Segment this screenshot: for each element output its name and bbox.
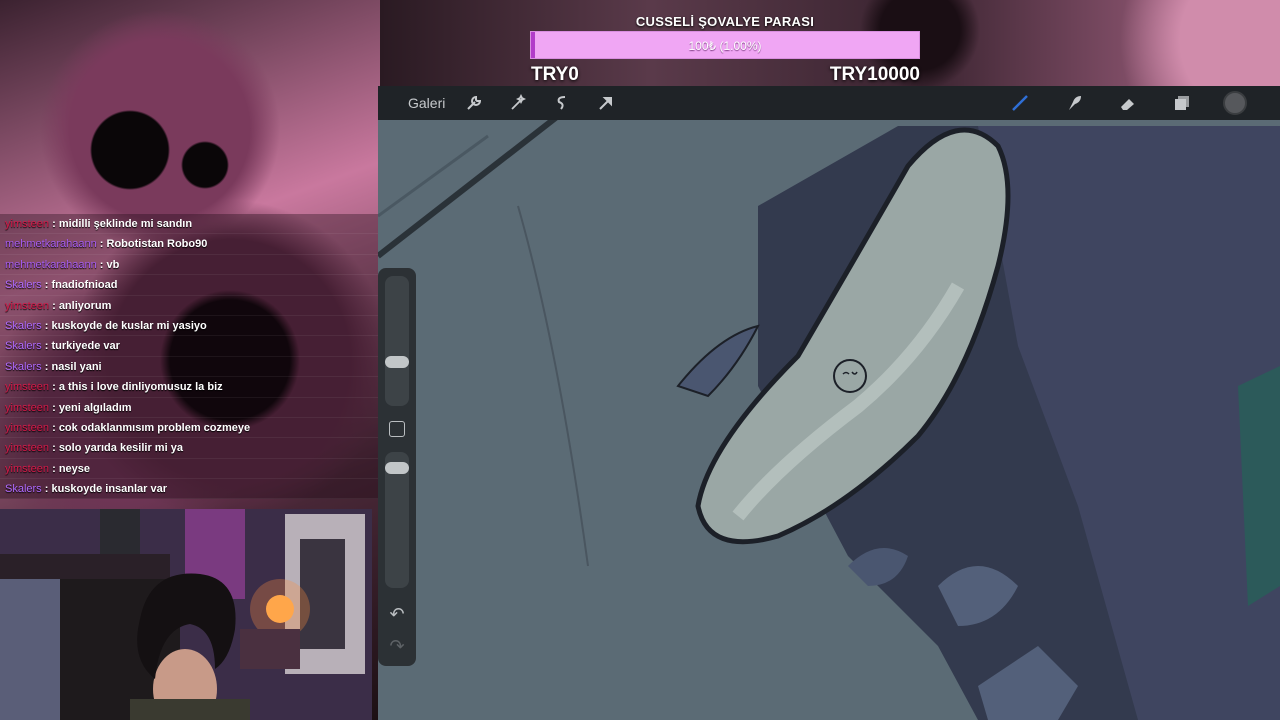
opacity-knob[interactable]: [385, 462, 409, 474]
chat-separator: :: [49, 421, 59, 434]
layers-icon[interactable]: [1171, 92, 1193, 114]
chat-overlay: yimsteen : midilli şeklinde mi sandın meh…: [0, 214, 378, 500]
chat-text: fnadiofnioad: [51, 279, 118, 292]
chat-message: Skalers : nasil yani: [0, 356, 378, 378]
webcam-image: [0, 509, 372, 720]
chat-separator: :: [96, 258, 107, 271]
goal-title: CUSSELİ ŞOVALYE PARASI: [635, 14, 815, 29]
chat-message: Skalers : kuskoyde insanlar var: [0, 479, 378, 500]
transform-arrow-icon[interactable]: [595, 92, 617, 114]
chat-username[interactable]: Skalers: [5, 483, 42, 495]
drawing-canvas[interactable]: [378, 86, 1280, 720]
smudge-icon[interactable]: [1063, 92, 1085, 114]
chat-message: yimsteen : a this i love dinliyomusuz la…: [0, 377, 378, 398]
chat-message: Skalers : kuskoyde de kuslar mi yasiyo: [0, 315, 378, 337]
chat-username[interactable]: mehmetkarahaann: [5, 259, 97, 271]
chat-text: vb: [106, 258, 120, 271]
chat-message: yimsteen : anliyorum: [0, 295, 378, 316]
goal-min-label: TRY0: [531, 64, 579, 85]
brush-size-knob[interactable]: [385, 356, 409, 368]
chat-username[interactable]: Skalers: [5, 279, 42, 291]
chat-text: anliyorum: [58, 299, 112, 312]
chat-separator: :: [49, 442, 59, 455]
chat-message: yimsteen : yeni algıladım: [0, 397, 378, 418]
artwork-illustration: [378, 113, 1280, 720]
chat-text: kuskoyde de kuslar mi yasiyo: [51, 319, 207, 332]
chat-text: neyse: [58, 462, 91, 475]
chat-message: yimsteen : midilli şeklinde mi sandın: [0, 214, 378, 235]
chat-message: mehmetkarahaann : vb: [0, 254, 378, 276]
brush-size-slider[interactable]: [385, 276, 409, 406]
chat-username[interactable]: yimsteen: [5, 463, 49, 475]
chat-separator: :: [41, 483, 52, 496]
color-picker-button[interactable]: [1223, 91, 1247, 115]
chat-username[interactable]: Skalers: [5, 361, 42, 373]
procreate-toolbar: Galeri: [378, 86, 1280, 120]
chat-text: nasil yani: [51, 360, 102, 373]
chat-username[interactable]: yimsteen: [5, 218, 49, 230]
chat-text: turkiyede var: [51, 340, 120, 353]
chat-separator: :: [41, 279, 52, 292]
chat-text: solo yarıda kesilir mi ya: [58, 442, 183, 455]
chat-text: Robotistan Robo90: [106, 238, 208, 251]
chat-username[interactable]: Skalers: [5, 340, 42, 352]
wrench-icon[interactable]: [463, 92, 485, 114]
gallery-button[interactable]: Galeri: [408, 92, 445, 114]
chat-username[interactable]: yimsteen: [5, 442, 49, 454]
chat-message: yimsteen : solo yarıda kesilir mi ya: [0, 438, 378, 459]
goal-progress-text: 100₺ (1.00%): [688, 39, 762, 53]
chat-username[interactable]: yimsteen: [5, 402, 49, 414]
chat-separator: :: [49, 299, 59, 312]
chat-username[interactable]: Skalers: [5, 320, 42, 332]
chat-message: mehmetkarahaann : Robotistan Robo90: [0, 234, 378, 255]
chat-text: cok odaklanmısım problem cozmeye: [58, 421, 251, 434]
chat-message: Skalers : turkiyede var: [0, 336, 378, 357]
chat-separator: :: [49, 401, 59, 414]
eraser-icon[interactable]: [1117, 92, 1139, 114]
chat-text: midilli şeklinde mi sandın: [58, 218, 193, 230]
chat-text: yeni algıladım: [58, 401, 132, 414]
goal-progress-bar: 100₺ (1.00%): [530, 31, 920, 59]
chat-username[interactable]: yimsteen: [5, 422, 49, 434]
modify-square-button[interactable]: [389, 421, 405, 437]
chat-separator: :: [96, 238, 107, 251]
redo-icon[interactable]: ↷: [387, 636, 407, 656]
chat-username[interactable]: mehmetkarahaann: [5, 238, 97, 250]
selection-icon[interactable]: [551, 92, 573, 114]
procreate-sidebar: ↶ ↷: [378, 268, 416, 666]
brush-icon[interactable]: [1009, 92, 1031, 114]
chat-separator: :: [41, 340, 52, 353]
webcam-feed: [0, 509, 372, 720]
magic-wand-icon[interactable]: [507, 92, 529, 114]
chat-separator: :: [49, 218, 59, 230]
chat-text: kuskoyde insanlar var: [51, 483, 168, 496]
chat-separator: :: [41, 319, 52, 332]
chat-username[interactable]: yimsteen: [5, 381, 49, 393]
chat-separator: :: [41, 360, 52, 373]
goal-max-label: TRY10000: [829, 64, 920, 85]
chat-message: yimsteen : neyse: [0, 458, 378, 480]
chat-username[interactable]: yimsteen: [5, 300, 49, 312]
chat-message: Skalers : fnadiofnioad: [0, 275, 378, 296]
undo-icon[interactable]: ↶: [387, 604, 407, 624]
chat-separator: :: [49, 462, 59, 475]
chat-message: yimsteen : cok odaklanmısım problem cozm…: [0, 417, 378, 439]
chat-text: a this i love dinliyomusuz la biz: [58, 381, 223, 394]
chat-separator: :: [49, 381, 59, 394]
